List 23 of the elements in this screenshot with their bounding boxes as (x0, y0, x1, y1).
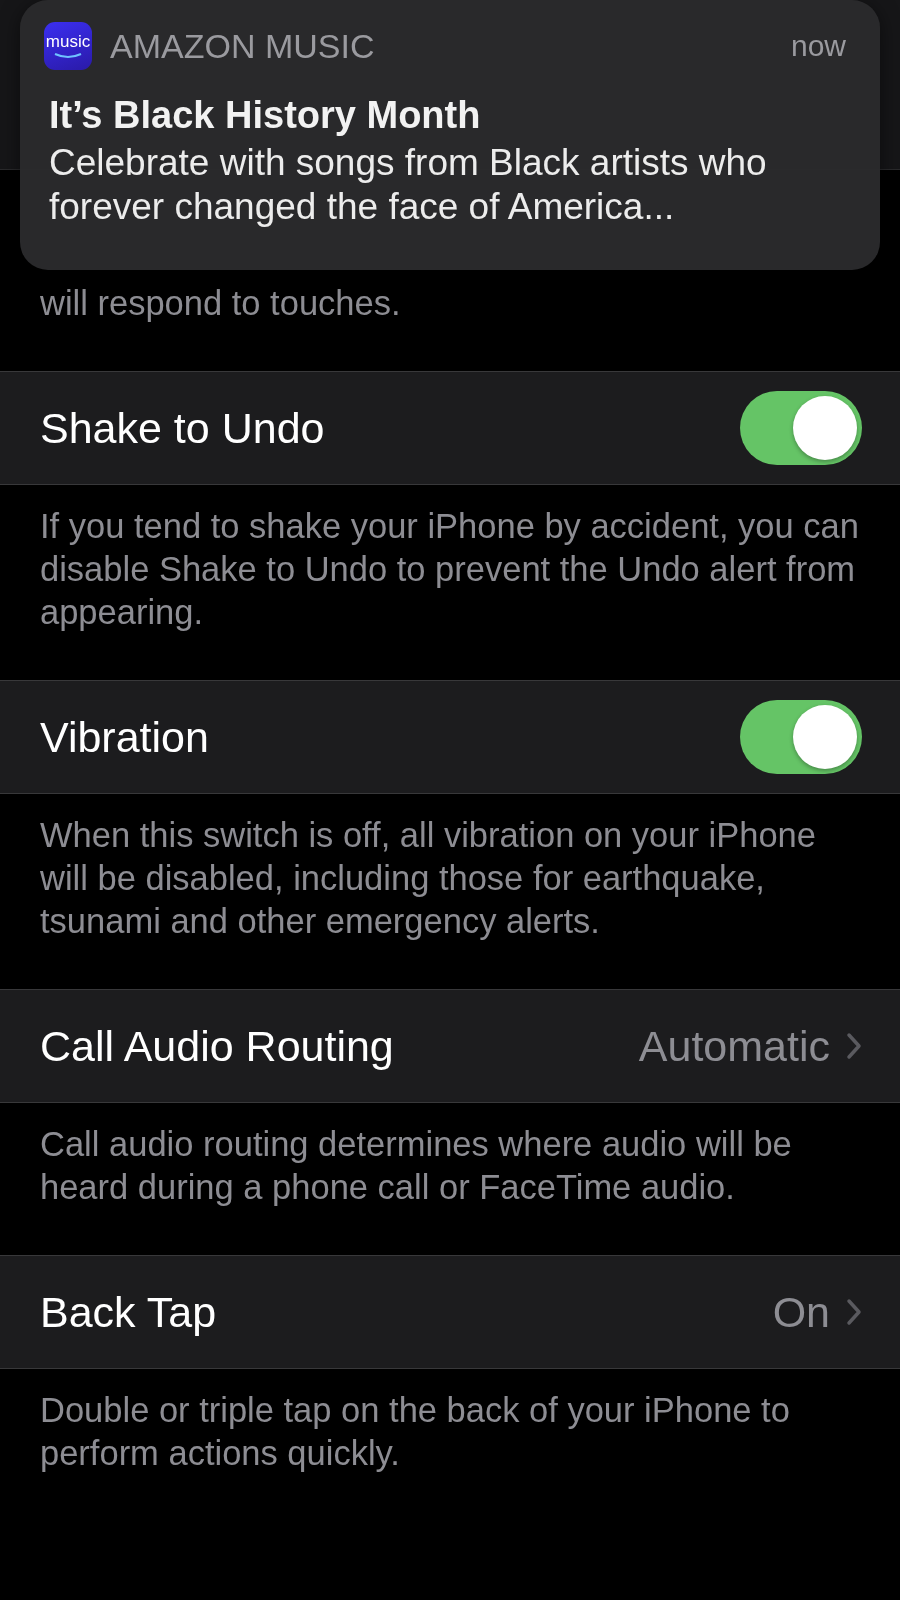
settings-row[interactable]: Vibration (0, 680, 900, 794)
row-label: Back Tap (40, 1287, 218, 1337)
footer-text: If you tend to shake your iPhone by accident, you can disable Shake to Undo to prevent the Undo alert from appearing. (40, 507, 859, 631)
row-value: Automatic (638, 1021, 830, 1071)
settings-row[interactable]: Call Audio Routing Automatic (0, 989, 900, 1103)
footer-text: When this switch is off, all vibration on your iPhone will be disabled, including those for earthquake, tsunami and other emergency alerts. (40, 816, 816, 940)
footer-text: Double or triple tap on the back of your iPhone to perform actions quickly. (40, 1391, 790, 1472)
row-label: Call Audio Routing (40, 1021, 395, 1071)
footer-text: will respond to touches. (40, 284, 401, 322)
row-value: On (772, 1287, 830, 1337)
chevron-icon (846, 1032, 862, 1060)
footer-text: Call audio routing determines where audio will be heard during a phone call or FaceTime audio. (40, 1125, 792, 1206)
notification-banner[interactable]: music AMAZON MUSIC now It’s Black History Month Celebrate with songs from Black artists who forever changed the face of America... (20, 0, 880, 270)
app-icon: music (44, 22, 92, 70)
notification-title: It’s Black History Month (49, 94, 482, 137)
chevron-icon (846, 1298, 862, 1326)
notification-time: now (790, 29, 846, 63)
row-label: Vibration (40, 712, 210, 762)
row-label: Shake to Undo (40, 403, 326, 453)
settings-row[interactable]: Shake to Undo (0, 371, 900, 485)
notification-body: Celebrate with songs from Black artists who forever changed the face of America... (49, 141, 768, 229)
app-name: AMAZON MUSIC (110, 26, 376, 66)
settings-row[interactable]: Back Tap On (0, 1255, 900, 1369)
